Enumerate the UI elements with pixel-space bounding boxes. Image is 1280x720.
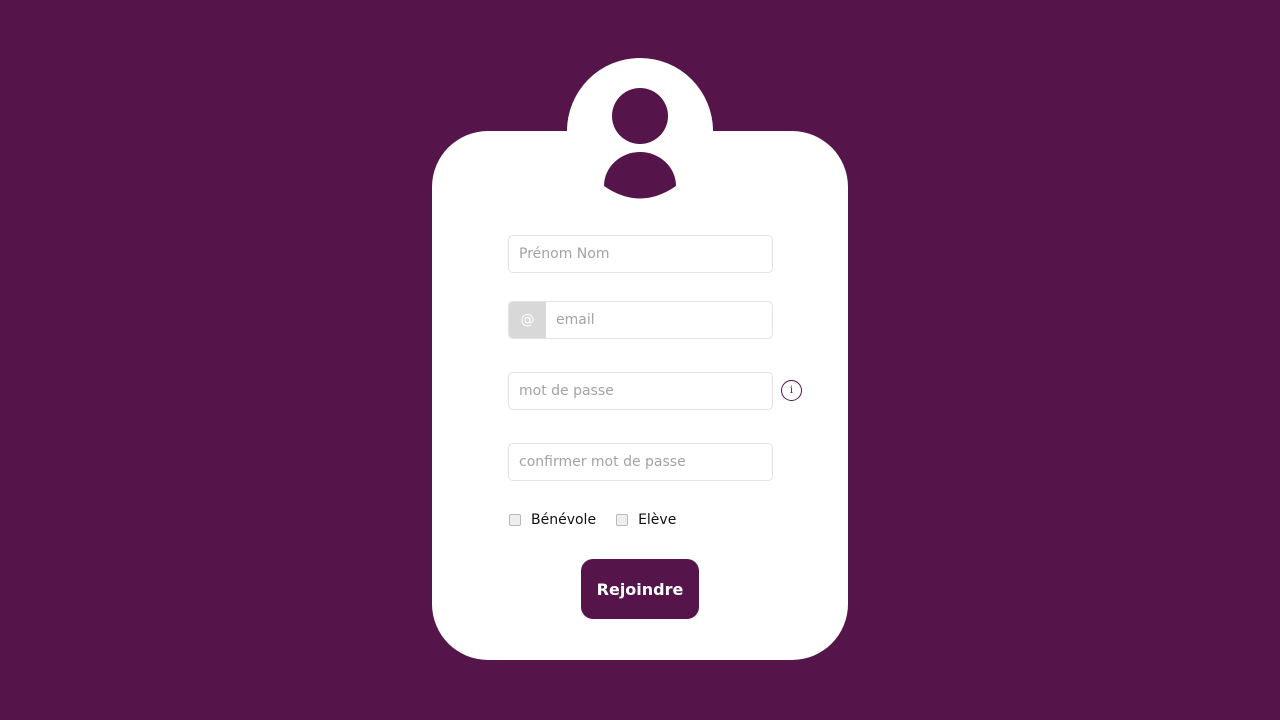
confirm-password-field [508, 443, 773, 481]
name-field [508, 235, 773, 273]
join-button[interactable]: Rejoindre [581, 559, 699, 619]
role-label-benevole: Bénévole [531, 512, 597, 528]
password-field [508, 372, 773, 410]
user-avatar-icon [604, 88, 676, 199]
role-option-eleve[interactable]: Elève [616, 512, 676, 528]
checkbox-eleve[interactable] [616, 514, 629, 526]
name-input[interactable] [509, 236, 772, 272]
role-label-eleve: Elève [638, 512, 677, 528]
email-field: @ [508, 301, 773, 339]
role-option-benevole[interactable]: Bénévole [509, 512, 596, 528]
info-circle-icon[interactable]: i [781, 380, 802, 401]
checkbox-benevole[interactable] [509, 514, 521, 526]
password-input[interactable] [509, 373, 772, 409]
role-options: Bénévole Elève [509, 510, 696, 530]
confirm-password-input[interactable] [509, 444, 772, 480]
at-prefix: @ [509, 302, 546, 338]
email-input[interactable] [546, 302, 772, 338]
